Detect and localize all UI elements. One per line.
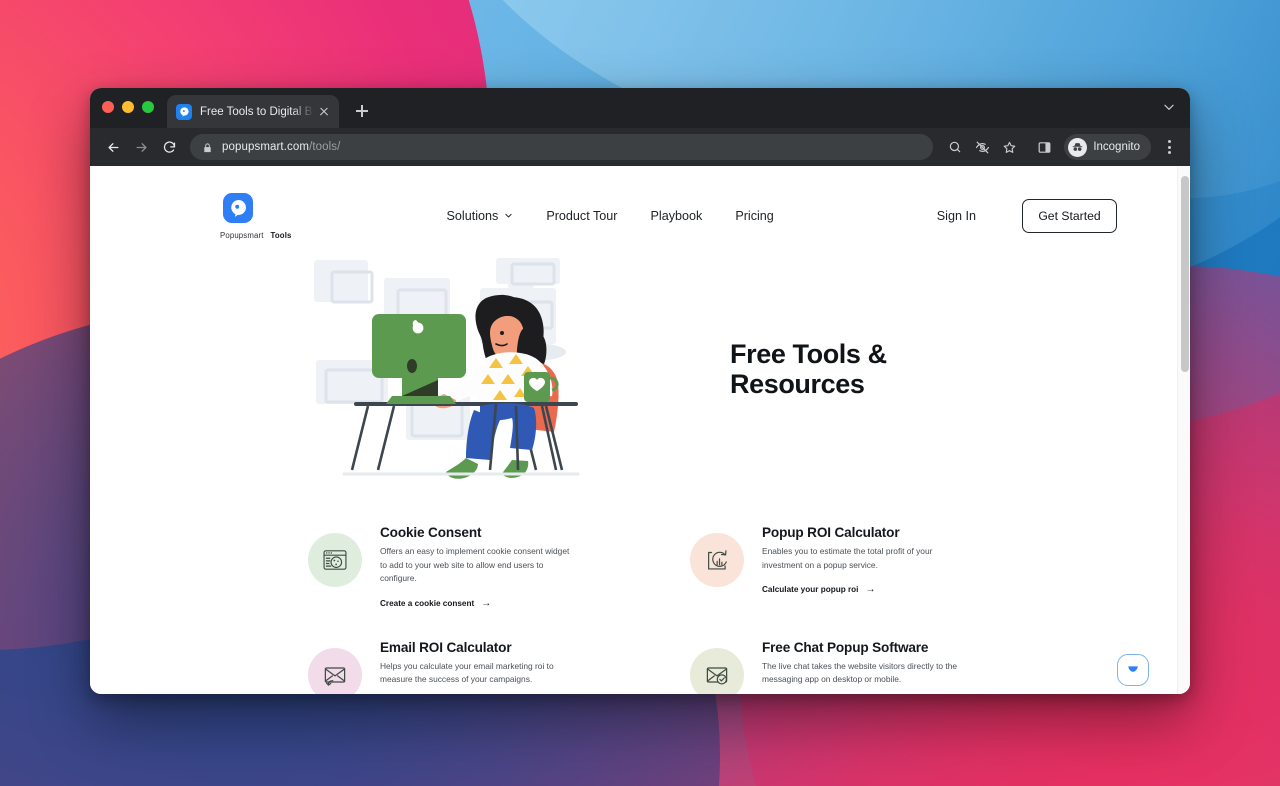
hero-illustration bbox=[310, 254, 610, 484]
brand-text: Popupsmart Tools bbox=[220, 231, 292, 240]
get-started-button[interactable]: Get Started bbox=[1022, 199, 1117, 233]
nav-item-pricing[interactable]: Pricing bbox=[735, 209, 774, 223]
address-bar-url: popupsmart.com/tools/ bbox=[222, 141, 340, 153]
card-body: Cookie Consent Offers an easy to impleme… bbox=[380, 524, 576, 609]
smiley-chat-icon bbox=[1123, 658, 1143, 683]
nav-label-solutions: Solutions bbox=[446, 209, 499, 223]
page-viewport: Popupsmart Tools Solutions Product Tour bbox=[90, 166, 1190, 694]
incognito-avatar-icon bbox=[1068, 137, 1088, 157]
hero-section: Free Tools & Resources bbox=[90, 244, 1177, 494]
card-body: Popup ROI Calculator Enables you to esti… bbox=[762, 524, 962, 595]
browser-toolbar: popupsmart.com/tools/ Incognito bbox=[90, 128, 1190, 166]
card-description: The live chat takes the website visitors… bbox=[762, 660, 958, 685]
scrollbar-thumb[interactable] bbox=[1180, 176, 1189, 372]
nav-item-playbook[interactable]: Playbook bbox=[651, 209, 703, 223]
tools-card-grid: Cookie Consent Offers an easy to impleme… bbox=[90, 494, 1177, 694]
card-title: Popup ROI Calculator bbox=[762, 525, 900, 540]
profile-incognito-button[interactable]: Incognito bbox=[1064, 134, 1151, 160]
card-cta-link[interactable]: Create a cookie consent → bbox=[380, 598, 576, 609]
tool-card-email-roi-calculator[interactable]: Email ROI Calculator Helps you calculate… bbox=[308, 639, 678, 694]
hero-copy: Free Tools & Resources bbox=[730, 339, 970, 399]
card-cta-link[interactable]: Calculate your popup roi → bbox=[762, 584, 962, 595]
card-title: Free Chat Popup Software bbox=[762, 639, 929, 655]
card-description: Enables you to estimate the total profit… bbox=[762, 546, 933, 570]
reload-icon[interactable] bbox=[156, 134, 182, 160]
card-description: Helps you calculate your email marketing… bbox=[380, 660, 554, 685]
arrow-right-icon: → bbox=[481, 597, 492, 609]
eye-off-icon[interactable] bbox=[970, 135, 994, 159]
brand-name: Popupsmart bbox=[220, 230, 264, 240]
toolbar-right-actions: Incognito bbox=[943, 134, 1180, 160]
popupsmart-logo-icon bbox=[223, 192, 253, 223]
window-traffic-lights bbox=[102, 88, 154, 128]
nav-label-playbook: Playbook bbox=[650, 209, 703, 223]
card-body: Free Chat Popup Software The live chat t… bbox=[762, 639, 962, 694]
minimize-window-button[interactable] bbox=[122, 101, 134, 113]
browser-window: Free Tools to Digital Better | Po popups… bbox=[90, 88, 1190, 694]
chart-refresh-icon bbox=[690, 533, 744, 587]
envelope-check-icon bbox=[690, 647, 744, 694]
nav-item-product-tour[interactable]: Product Tour bbox=[546, 209, 617, 223]
lock-icon bbox=[202, 141, 213, 153]
page-scrollbar[interactable] bbox=[1177, 166, 1190, 694]
url-domain: popupsmart.com bbox=[222, 141, 310, 153]
page-title: Free Tools & Resources bbox=[730, 338, 887, 399]
star-icon[interactable] bbox=[997, 135, 1021, 159]
maximize-window-button[interactable] bbox=[142, 101, 154, 113]
address-bar[interactable]: popupsmart.com/tools/ bbox=[190, 134, 934, 160]
site-header: Popupsmart Tools Solutions Product Tour bbox=[90, 166, 1177, 244]
browser-tab-title: Free Tools to Digital Better | Po bbox=[200, 105, 314, 118]
card-cta-label: Calculate your popup roi bbox=[762, 585, 859, 595]
cookie-browser-icon bbox=[308, 533, 362, 587]
card-body: Email ROI Calculator Helps you calculate… bbox=[380, 639, 576, 694]
popupsmart-favicon-icon bbox=[176, 103, 192, 120]
envelope-arrow-icon bbox=[308, 647, 362, 694]
brand-block[interactable]: Popupsmart Tools bbox=[220, 192, 292, 240]
card-description: Offers an easy to implement cookie conse… bbox=[380, 546, 570, 584]
close-tab-icon[interactable] bbox=[316, 104, 332, 120]
new-tab-button[interactable] bbox=[348, 97, 376, 125]
card-cta-label: Create a cookie consent bbox=[380, 598, 475, 608]
nav-label-pricing: Pricing bbox=[735, 209, 774, 223]
card-title: Email ROI Calculator bbox=[380, 639, 512, 655]
close-window-button[interactable] bbox=[102, 101, 114, 113]
nav-item-solutions[interactable]: Solutions bbox=[447, 209, 514, 223]
chevron-down-icon[interactable] bbox=[1162, 100, 1176, 114]
header-actions: Sign In Get Started bbox=[937, 199, 1117, 233]
browser-tab-strip: Free Tools to Digital Better | Po bbox=[90, 88, 1190, 128]
chevron-down-icon bbox=[504, 209, 513, 223]
forward-arrow-icon[interactable] bbox=[128, 134, 154, 160]
tool-card-popup-roi-calculator[interactable]: Popup ROI Calculator Enables you to esti… bbox=[690, 524, 1117, 609]
sign-in-link[interactable]: Sign In bbox=[937, 209, 976, 223]
main-navigation: Solutions Product Tour Playbook Pricing bbox=[447, 209, 774, 223]
browser-tab[interactable]: Free Tools to Digital Better | Po bbox=[167, 95, 339, 128]
search-icon[interactable] bbox=[943, 135, 967, 159]
arrow-right-icon: → bbox=[865, 584, 876, 596]
kebab-menu-icon[interactable] bbox=[1158, 135, 1180, 159]
url-path: /tools/ bbox=[309, 141, 341, 153]
chat-widget-button[interactable] bbox=[1117, 654, 1149, 686]
web-page-content: Popupsmart Tools Solutions Product Tour bbox=[90, 166, 1177, 694]
side-panel-icon[interactable] bbox=[1032, 135, 1056, 159]
back-arrow-icon[interactable] bbox=[100, 134, 126, 160]
profile-label: Incognito bbox=[1093, 141, 1140, 153]
tool-card-cookie-consent[interactable]: Cookie Consent Offers an easy to impleme… bbox=[308, 524, 678, 609]
tool-card-free-chat-popup-software[interactable]: Free Chat Popup Software The live chat t… bbox=[690, 639, 1117, 694]
card-title: Cookie Consent bbox=[380, 525, 482, 540]
nav-label-product-tour: Product Tour bbox=[546, 209, 618, 223]
brand-section-label: Tools bbox=[270, 230, 292, 240]
